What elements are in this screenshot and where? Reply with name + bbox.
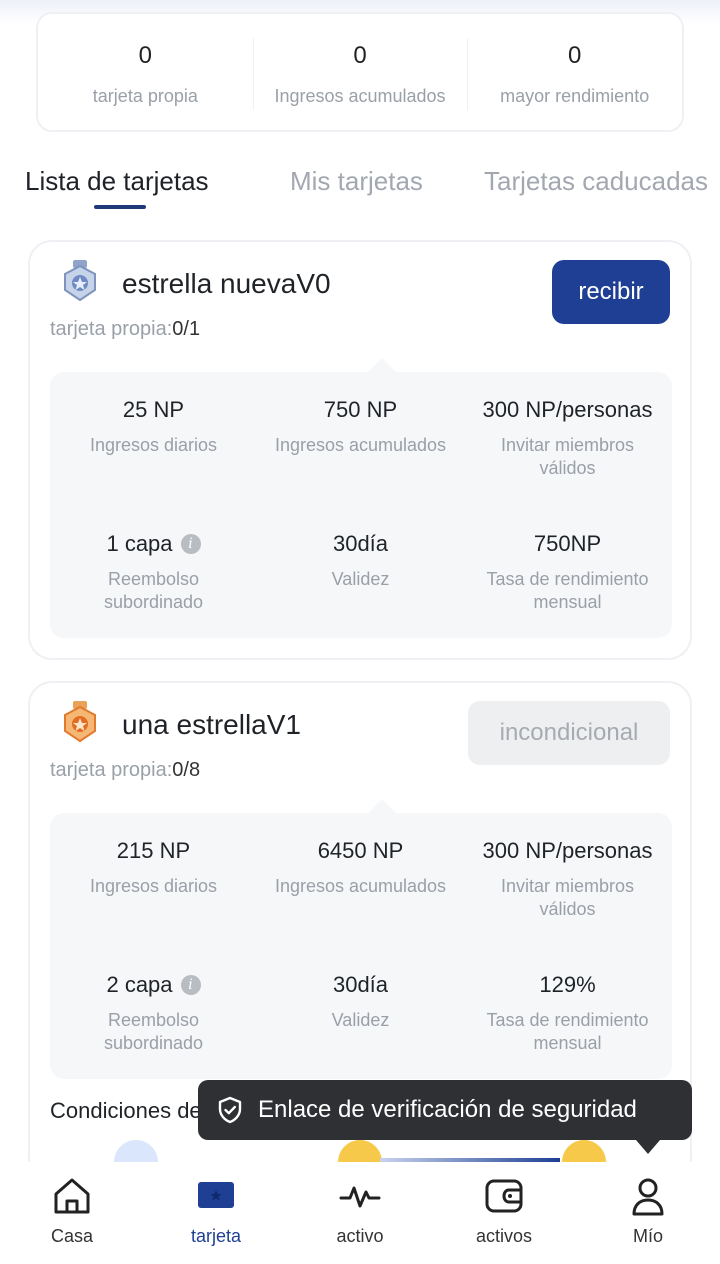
detail-invite-members: 300 NP/personas Invitar miembros válidos	[464, 396, 671, 480]
detail-label: Validez	[331, 569, 390, 589]
tab-expired-cards[interactable]: Tarjetas caducadas	[484, 166, 708, 197]
nav-label: tarjeta	[190, 1226, 242, 1246]
detail-label: Invitar miembros válidos	[500, 876, 635, 919]
detail-invite-members: 300 NP/personas Invitar miembros válidos	[464, 837, 671, 921]
nav-item-card[interactable]: tarjeta	[144, 1162, 288, 1264]
tab-bar: Lista de tarjetas Mis tarjetas Tarjetas …	[0, 160, 720, 216]
detail-value: 750 NP	[323, 397, 398, 422]
tab-card-list[interactable]: Lista de tarjetas	[25, 166, 209, 197]
nav-label: Casa	[50, 1226, 94, 1246]
detail-label: Invitar miembros válidos	[500, 435, 635, 478]
stat-value: 0	[353, 42, 367, 69]
nav-label: activo	[336, 1226, 384, 1246]
stats-summary: 0 tarjeta propia 0 Ingresos acumulados 0…	[36, 12, 684, 132]
card-details: 25 NP Ingresos diarios 750 NP Ingresos a…	[50, 358, 672, 638]
stat-label: Ingresos acumulados	[274, 86, 446, 106]
detail-label: Ingresos acumulados	[274, 876, 447, 896]
detail-value: 750NP	[533, 531, 602, 556]
detail-subordinate-refund: 2 capa i Reembolso subordinado	[50, 971, 257, 1055]
detail-daily-income: 215 NP Ingresos diarios	[50, 837, 257, 898]
detail-value: 30día	[332, 531, 389, 556]
stat-value: 0	[568, 42, 582, 69]
toast-text: Enlace de verificación de seguridad	[258, 1096, 637, 1123]
detail-label: Reembolso subordinado	[103, 1010, 204, 1053]
detail-value: 215 NP	[116, 838, 191, 863]
nav-label: activos	[475, 1226, 533, 1246]
detail-validity: 30día Validez	[257, 971, 464, 1032]
wallet-icon	[485, 1179, 523, 1213]
condition-step-icon	[114, 1140, 158, 1164]
stat-value: 0	[138, 42, 153, 69]
nav-item-mine[interactable]: Mío	[576, 1162, 720, 1264]
detail-value: 30día	[332, 972, 389, 997]
condition-step-icon	[562, 1140, 606, 1164]
card-star-icon	[198, 1182, 234, 1208]
detail-value-text: 2 capa	[106, 972, 173, 997]
card-title: una estrellaV1	[122, 709, 302, 740]
shield-check-icon	[218, 1096, 242, 1124]
owned-value: 0/1	[172, 318, 201, 340]
detail-value: 25 NP	[122, 397, 185, 422]
stat-label: tarjeta propia	[92, 86, 198, 106]
detail-label: Ingresos diarios	[89, 435, 218, 455]
user-icon	[632, 1178, 664, 1216]
detail-label: Ingresos acumulados	[274, 435, 447, 455]
card-title: estrella nuevaV0	[122, 268, 331, 299]
conditions-heading: Condiciones de	[50, 1098, 202, 1123]
owned-label: tarjeta propia:	[50, 759, 173, 781]
stat-cumulative-income: 0 Ingresos acumulados	[252, 14, 468, 130]
detail-value: 300 NP/personas	[482, 397, 653, 422]
nav-item-assets[interactable]: activos	[432, 1162, 576, 1264]
stat-own-cards: 0 tarjeta propia	[38, 14, 253, 130]
info-icon[interactable]: i	[180, 534, 201, 554]
detail-subordinate-refund: 1 capa i Reembolso subordinado	[50, 530, 257, 614]
detail-value: 1 capa i	[50, 530, 257, 558]
bronze-medal-icon	[64, 701, 96, 743]
detail-cumulative-income: 750 NP Ingresos acumulados	[257, 396, 464, 457]
detail-value: 6450 NP	[317, 838, 404, 863]
detail-value: 129%	[539, 972, 596, 997]
detail-monthly-yield: 750NP Tasa de rendimiento mensual	[464, 530, 671, 614]
info-icon[interactable]: i	[180, 975, 201, 995]
owned-label: tarjeta propia:	[50, 318, 173, 340]
active-tab-indicator	[94, 205, 146, 209]
detail-value: 300 NP/personas	[482, 838, 653, 863]
card-owned-count: tarjeta propia:0/1	[50, 318, 200, 341]
unconditional-button[interactable]: incondicional	[468, 701, 670, 765]
detail-label: Tasa de rendimiento mensual	[486, 1010, 649, 1053]
detail-label: Tasa de rendimiento mensual	[486, 569, 649, 612]
detail-value: 2 capa i	[50, 971, 257, 999]
detail-label: Ingresos diarios	[89, 876, 218, 896]
detail-label: Reembolso subordinado	[103, 569, 204, 612]
detail-daily-income: 25 NP Ingresos diarios	[50, 396, 257, 457]
pulse-icon	[339, 1186, 381, 1208]
bottom-navigation: Casa tarjeta activo activos Mío	[0, 1162, 720, 1264]
nav-label: Mío	[632, 1226, 663, 1246]
detail-value-text: 1 capa	[106, 531, 173, 556]
condition-step-icon	[338, 1140, 382, 1164]
home-icon	[54, 1178, 90, 1214]
card-estrella-nueva: estrella nuevaV0 tarjeta propia:0/1 reci…	[28, 240, 692, 660]
stat-label: mayor rendimiento	[500, 86, 650, 106]
silver-medal-icon	[64, 260, 96, 302]
nav-item-activity[interactable]: activo	[288, 1162, 432, 1264]
detail-cumulative-income: 6450 NP Ingresos acumulados	[257, 837, 464, 898]
receive-button[interactable]: recibir	[552, 260, 670, 324]
card-owned-count: tarjeta propia:0/8	[50, 759, 200, 782]
detail-label: Validez	[331, 1010, 390, 1030]
tab-my-cards[interactable]: Mis tarjetas	[290, 166, 423, 197]
detail-validity: 30día Validez	[257, 530, 464, 591]
owned-value: 0/8	[172, 759, 201, 781]
stat-highest-yield: 0 mayor rendimiento	[467, 14, 682, 130]
detail-monthly-yield: 129% Tasa de rendimiento mensual	[464, 971, 671, 1055]
security-toast[interactable]: Enlace de verificación de seguridad	[198, 1080, 692, 1154]
card-details: 215 NP Ingresos diarios 6450 NP Ingresos…	[50, 799, 672, 1079]
nav-item-home[interactable]: Casa	[0, 1162, 144, 1264]
